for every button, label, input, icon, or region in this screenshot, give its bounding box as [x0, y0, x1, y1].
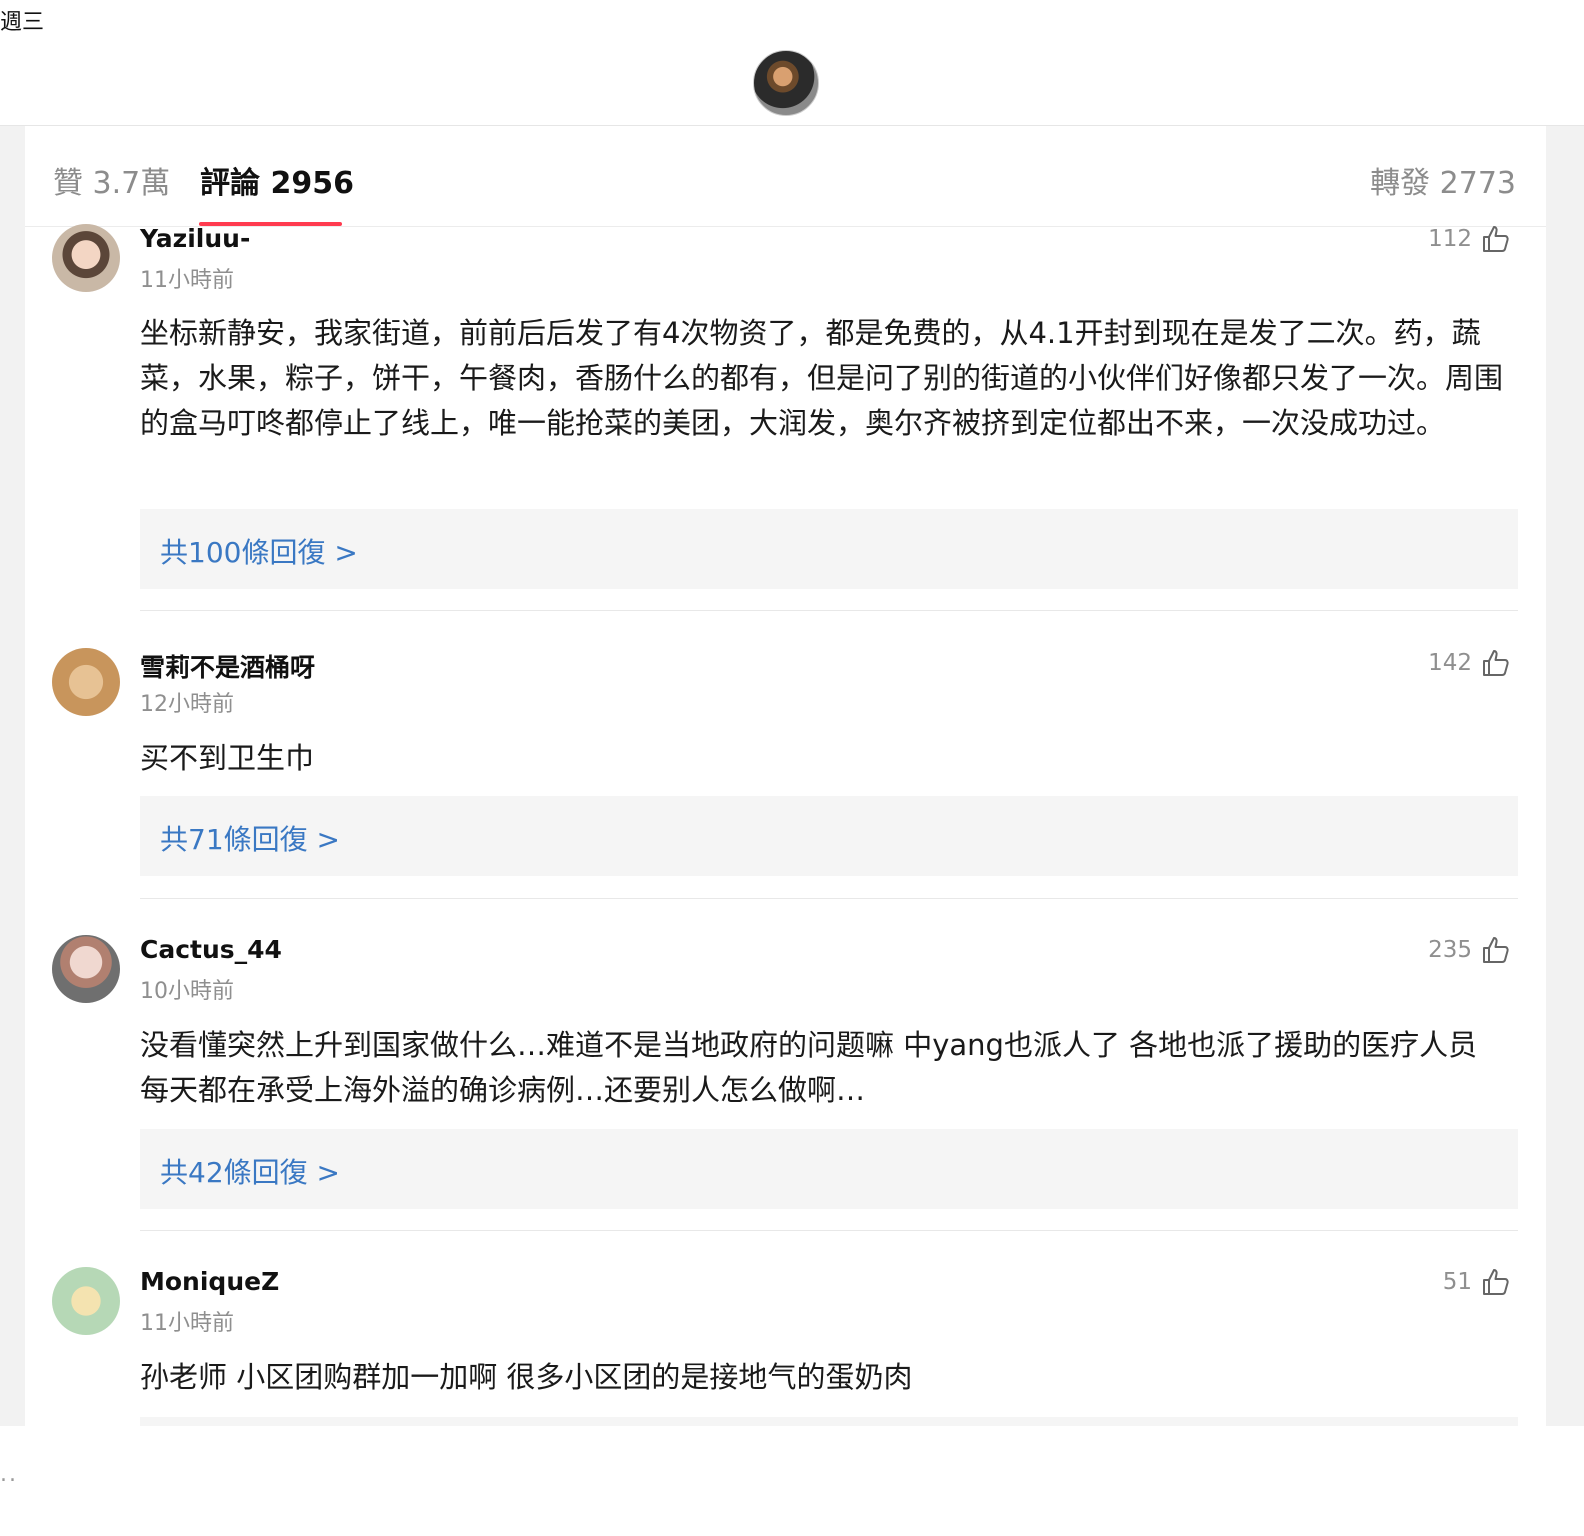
- like-count: 51: [1442, 1269, 1472, 1295]
- bottom-blank-area: [0, 1426, 1584, 1536]
- comment-text: 买不到卫生巾: [140, 741, 315, 775]
- like-count: 112: [1428, 226, 1472, 252]
- comment-text: 坐标新静安，我家街道，前前后后发了有4次物资了，都是免费的，从4.1开封到现在是…: [140, 316, 1504, 440]
- username[interactable]: Yaziluu-: [140, 224, 250, 253]
- view-replies-link[interactable]: 共42條回復 >: [160, 1151, 340, 1191]
- reply-summary[interactable]: [140, 1417, 1518, 1426]
- thumbs-up-icon[interactable]: [1480, 935, 1510, 965]
- comment-divider: [140, 1230, 1518, 1231]
- reply-summary[interactable]: 共42條回復 >: [140, 1129, 1518, 1209]
- avatar[interactable]: [52, 1267, 120, 1335]
- status-day-label: 週三: [0, 10, 45, 35]
- reply-summary[interactable]: 共71條回復 >: [140, 796, 1518, 876]
- comment-time: 11小時前: [140, 268, 234, 293]
- username[interactable]: Cactus_44: [140, 935, 282, 964]
- comments-panel: 贊 3.7萬 評論 2956 轉發 2773 Yaziluu- 11小時前 11…: [25, 126, 1546, 1426]
- author-avatar[interactable]: [753, 50, 819, 116]
- thumbs-up-icon[interactable]: [1480, 648, 1510, 678]
- comment-divider: [140, 610, 1518, 611]
- tab-comments[interactable]: 評論 2956: [200, 158, 354, 202]
- like-count: 142: [1428, 650, 1472, 676]
- like-count: 235: [1428, 937, 1472, 963]
- right-gutter: [1546, 126, 1584, 1426]
- thumbs-up-icon[interactable]: [1480, 224, 1510, 254]
- comment-time: 12小時前: [140, 692, 234, 717]
- comment-text: 没看懂突然上升到国家做什么…难道不是当地政府的问题嘛 中yang也派人了 各地也…: [140, 1028, 1478, 1107]
- comment-time: 10小時前: [140, 979, 234, 1004]
- tab-bar: 贊 3.7萬 評論 2956 轉發 2773: [25, 126, 1546, 227]
- username[interactable]: MoniqueZ: [140, 1267, 279, 1296]
- left-gutter: [0, 126, 25, 1426]
- comment-divider: [140, 898, 1518, 899]
- tab-likes[interactable]: 贊 3.7萬: [53, 158, 170, 202]
- comment-time: 11小時前: [140, 1311, 234, 1336]
- comment-text: 孙老师 小区团购群加一加啊 很多小区团的是接地气的蛋奶肉: [140, 1360, 913, 1394]
- reply-summary[interactable]: 共100條回復 >: [140, 509, 1518, 589]
- thumbs-up-icon[interactable]: [1480, 1267, 1510, 1297]
- tab-reposts[interactable]: 轉發 2773: [1370, 158, 1516, 202]
- avatar[interactable]: [52, 224, 120, 292]
- username[interactable]: 雪莉不是酒桶呀: [140, 648, 315, 684]
- avatar[interactable]: [52, 935, 120, 1003]
- overflow-dots: ..: [0, 1462, 18, 1487]
- view-replies-link[interactable]: 共71條回復 >: [160, 818, 340, 858]
- avatar[interactable]: [52, 648, 120, 716]
- view-replies-link[interactable]: 共100條回復 >: [160, 531, 358, 571]
